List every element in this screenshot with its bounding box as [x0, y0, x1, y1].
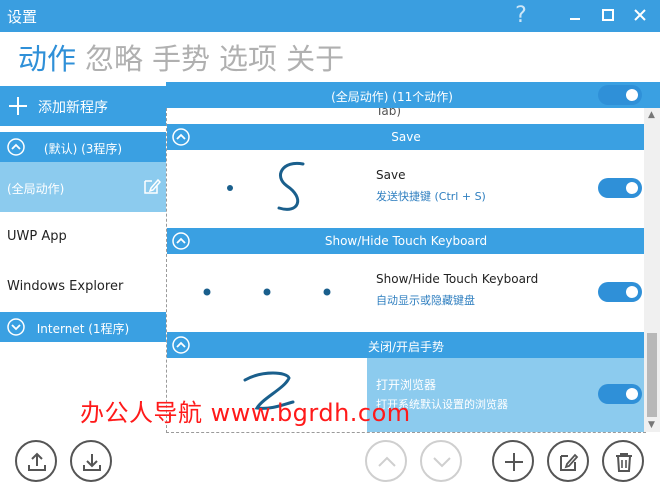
gesture-s-icon [227, 161, 305, 211]
section-title: Show/Hide Touch Keyboard [324, 234, 488, 248]
add-action-button[interactable] [492, 440, 534, 482]
program-item-global[interactable]: (全局动作) [0, 162, 166, 212]
minimize-icon[interactable] [561, 2, 589, 30]
action-row-save[interactable]: Save 发送快捷键 (Ctrl + S) [167, 150, 645, 228]
tab-about[interactable]: 关于 [286, 36, 344, 78]
delete-icon [616, 453, 632, 472]
edit-action-button[interactable] [547, 440, 589, 482]
main-tabs: 动作 忽略 手势 选项 关于 [18, 36, 353, 76]
section-header-keyboard[interactable]: Show/Hide Touch Keyboard [167, 228, 645, 254]
title-bar: 设置 ? [0, 0, 660, 32]
edit-icon[interactable] [143, 177, 161, 195]
global-toggle[interactable] [598, 85, 642, 105]
scroll-down-arrow-icon[interactable]: ▼ [648, 420, 655, 430]
action-toggle[interactable] [598, 282, 642, 302]
action-desc: 发送快捷键 (Ctrl + S) [376, 190, 486, 203]
delete-action-button[interactable] [602, 440, 644, 482]
move-down-icon [433, 457, 451, 468]
group-internet-label: Internet (1程序) [36, 322, 130, 336]
scroll-thumb[interactable] [647, 333, 657, 417]
action-toggle[interactable] [598, 178, 642, 198]
watermark-text: 办公人导航 www.bgrdh.com [80, 399, 411, 427]
program-item-label: UWP App [7, 229, 67, 244]
section-header-toggle-gestures[interactable]: 关闭/开启手势 [167, 332, 645, 358]
program-sidebar: 添加新程序 (默认) (3程序) (全局动作) UWP App Windows … [0, 82, 166, 418]
section-header-save[interactable]: Save [167, 124, 645, 150]
program-item-label: Windows Explorer [7, 279, 124, 294]
program-item-label: (全局动作) [7, 182, 65, 196]
gesture-dots-icon [203, 288, 331, 296]
partial-text: Tab) [376, 108, 401, 118]
scroll-up-arrow-icon[interactable]: ▲ [648, 110, 655, 120]
add-program-label: 添加新程序 [38, 100, 108, 116]
window-title: 设置 [7, 8, 38, 26]
move-up-icon [378, 456, 396, 467]
upload-button[interactable] [15, 440, 57, 482]
section-title: 关闭/开启手势 [367, 340, 445, 354]
add-program-button[interactable]: 添加新程序 [0, 86, 166, 126]
actions-panel: Tab) Save Save 发送快捷键 (Ctrl + S) Show/Hid… [166, 108, 646, 433]
action-desc: 自动显示或隐藏键盘 [376, 294, 475, 307]
global-actions-header: (全局动作) (11个动作) [166, 82, 660, 108]
plus-icon [9, 97, 27, 115]
action-toggle[interactable] [598, 384, 642, 404]
maximize-icon[interactable] [594, 2, 622, 30]
action-row-keyboard[interactable]: Show/Hide Touch Keyboard 自动显示或隐藏键盘 [167, 254, 645, 332]
add-icon [505, 453, 523, 471]
program-item-explorer[interactable]: Windows Explorer [0, 262, 166, 312]
action-name: 打开浏览器 [376, 378, 437, 392]
group-internet[interactable]: Internet (1程序) [0, 312, 166, 342]
upload-icon [28, 452, 46, 471]
tab-gestures[interactable]: 手势 [152, 36, 210, 78]
section-title: Save [391, 130, 421, 144]
program-item-uwp[interactable]: UWP App [0, 212, 166, 262]
move-down-button[interactable] [420, 440, 462, 482]
tab-ignore[interactable]: 忽略 [85, 36, 143, 78]
edit-icon [560, 453, 579, 471]
group-default[interactable]: (默认) (3程序) [0, 132, 166, 162]
download-button[interactable] [70, 440, 112, 482]
action-name: Show/Hide Touch Keyboard [376, 272, 539, 286]
close-icon[interactable] [626, 2, 654, 30]
move-up-button[interactable] [365, 440, 407, 482]
download-icon [83, 454, 101, 471]
help-icon[interactable]: ? [507, 2, 535, 30]
tab-options[interactable]: 选项 [219, 36, 277, 78]
action-name: Save [376, 168, 406, 182]
group-default-label: (默认) (3程序) [43, 142, 123, 156]
global-actions-label: (全局动作) (11个动作) [331, 90, 453, 104]
tab-actions[interactable]: 动作 [18, 36, 76, 78]
